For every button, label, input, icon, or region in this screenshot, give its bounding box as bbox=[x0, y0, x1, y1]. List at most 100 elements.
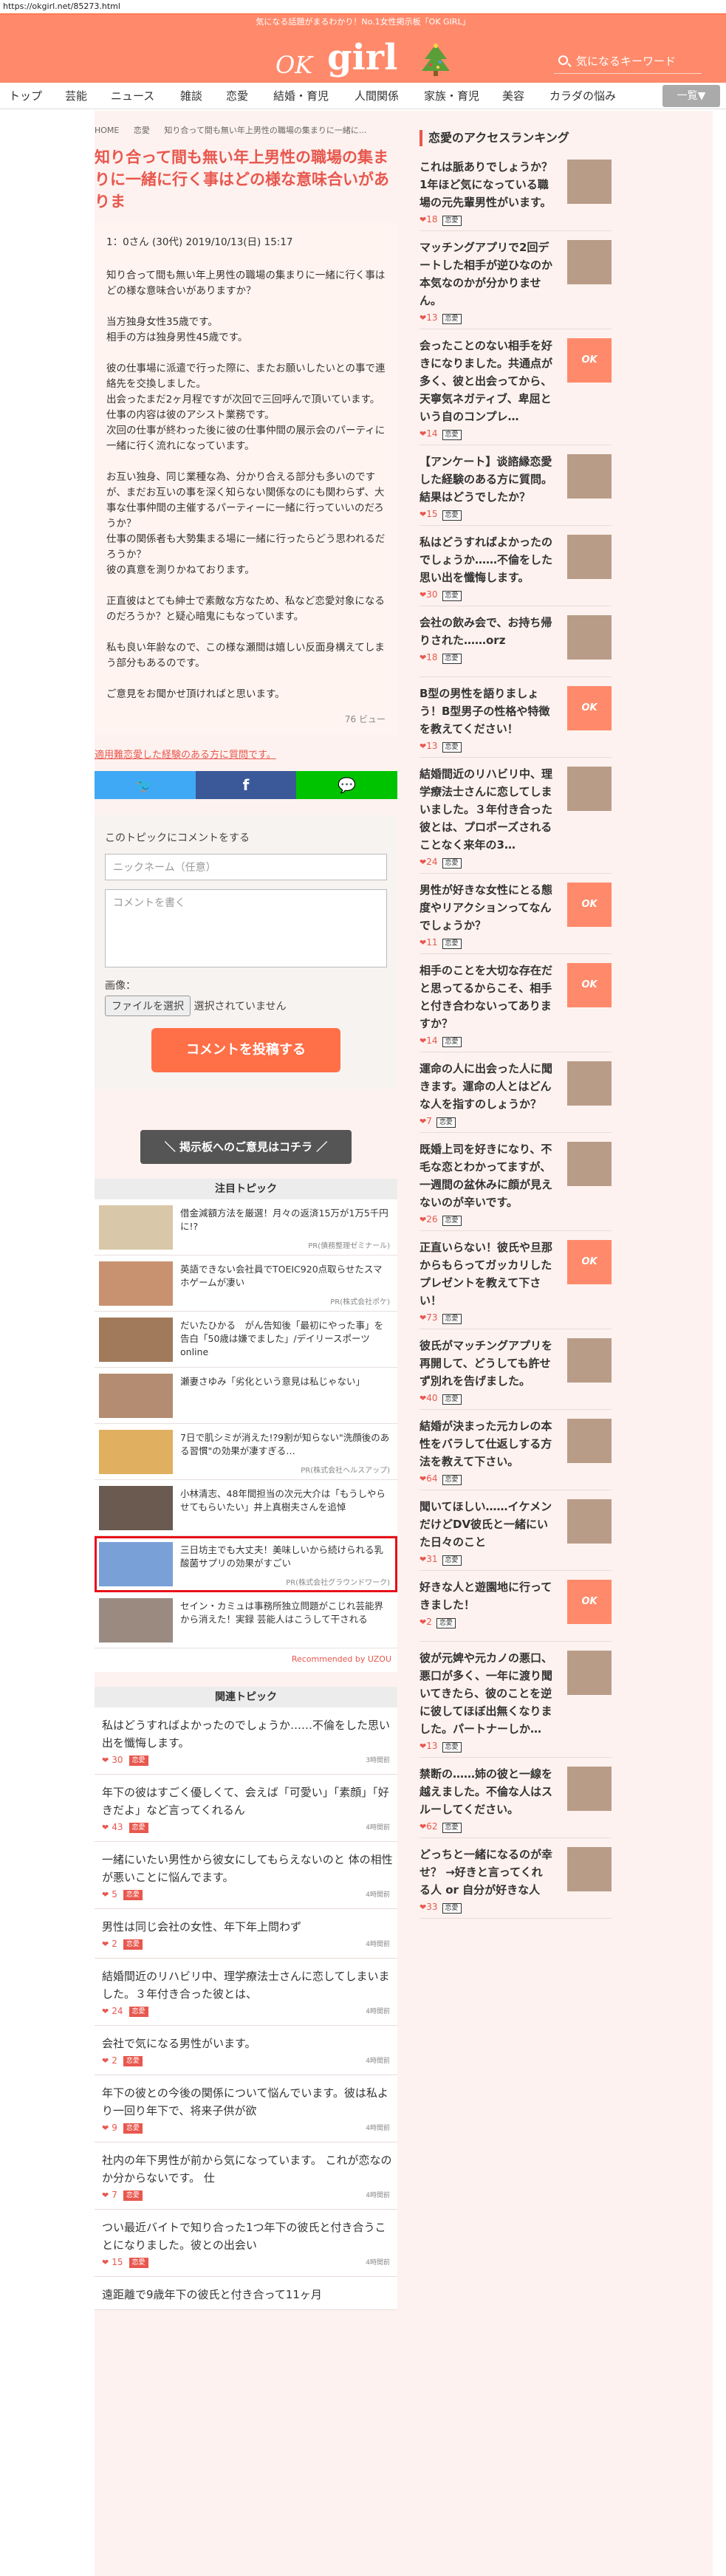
comment-textarea[interactable]: コメントを書く bbox=[105, 889, 387, 967]
feedback-button[interactable]: ＼ 掲示板へのご意見はコチラ ／ bbox=[140, 1130, 352, 1164]
related-item[interactable]: 一緒にいたい男性から彼女にしてもらえないのと 体の相性が悪いことに悩んでます。 5… bbox=[95, 1842, 397, 1909]
ranking-item[interactable]: マッチングアプリで2回デートした相手が逆ひなのか本気なのかが分かりません。 13 恋… bbox=[419, 231, 612, 329]
category-tag: 恋愛 bbox=[129, 2257, 148, 2268]
ranking-info: 13 恋愛 bbox=[419, 312, 612, 324]
category-tag: 恋愛 bbox=[442, 1216, 462, 1226]
related-list: 私はどうすればよかったのでしょうか……不倫をした思い出を懺悔します。 30 恋愛 3時… bbox=[95, 1707, 397, 2310]
ranking-title: 好きな人と遊園地に行ってきました！ bbox=[419, 1580, 552, 1611]
ranking-item[interactable]: 【アンケート】谈諮縁恋愛した経験のある方に質問。結果はどうでしたか？ 15 恋愛 bbox=[419, 445, 612, 526]
related-title: 会社で気になる男性がいます。 bbox=[102, 2037, 256, 2050]
ranking-item[interactable]: 彼氏がマッチングアプリを再開して、どうしても許せず別れを告げました。 40 恋愛 bbox=[419, 1329, 612, 1410]
site-logo[interactable]: OK girl bbox=[275, 40, 453, 80]
featured-item[interactable]: 英語できない会社員でTOEIC920点取らせたスマホゲームが凄い PR(株式会社ポ… bbox=[95, 1256, 397, 1312]
ranking-item[interactable]: 相手のことを大切な存在だと思ってるからこそ、相手と付き合わないってありますか？ O… bbox=[419, 954, 612, 1052]
heart-icon bbox=[419, 312, 426, 323]
featured-item[interactable]: 借金減額方法を厳選！月々の返済15万が1万5千円に!? PR(債務整理ゼミナール) bbox=[95, 1199, 397, 1256]
nav-item-chat[interactable]: 雑談 bbox=[180, 83, 202, 109]
related-item[interactable]: 男性は同じ会社の女性、年下年上問わず 2 恋愛 4時間前 bbox=[95, 1909, 397, 1959]
ranking-item[interactable]: 禁断の……姉の彼と一線を越えました。不倫な人はスルーしてください。 62 恋愛 bbox=[419, 1758, 612, 1838]
related-item[interactable]: 私はどうすればよかったのでしょうか……不倫をした思い出を懺悔します。 30 恋愛 3時… bbox=[95, 1707, 397, 1775]
ranking-title: 私はどうすればよかったのでしょうか……不倫をした思い出を懺悔します。 bbox=[419, 535, 553, 584]
nav-item-entertainment[interactable]: 芸能 bbox=[65, 83, 87, 109]
ranking-item[interactable]: 彼が元婢や元カノの悪口、悪口が多く、一年に渡り聞いてきたら、彼のことを逆に彼して… bbox=[419, 1642, 612, 1758]
twitter-share-button[interactable]: 🐦 bbox=[95, 771, 196, 799]
nav-item-family[interactable]: 家族・育児 bbox=[424, 83, 479, 109]
ranking-item[interactable]: 男性が好きな女性にとる態度やリアクションってなんでしょうか？ OK 11 恋愛 bbox=[419, 874, 612, 954]
ranking-thumbnail bbox=[567, 767, 612, 811]
comment-count: 13 bbox=[426, 1741, 438, 1751]
featured-item[interactable]: 7日で肌シミが消えた!?9割が知らない"洗顔後のある習慣"の効果が凄すぎる… PR… bbox=[95, 1424, 397, 1480]
ranking-item[interactable]: 好きな人と遊園地に行ってきました！ OK 2 恋愛 bbox=[419, 1571, 612, 1642]
nav-item-news[interactable]: ニュース bbox=[111, 83, 154, 109]
ranking-info: 24 恋愛 bbox=[419, 857, 612, 869]
ranking-info: 33 恋愛 bbox=[419, 1902, 612, 1914]
ranking-title: 既婚上司を好きになり、不毛な恋とわかってますが、一週間の盆休みに顔が見えないのが… bbox=[419, 1143, 553, 1209]
ranking-title: 結婚間近のリハビリ中、理学療法士さんに恋してしまいました。３年付き合った彼とは、… bbox=[419, 767, 553, 852]
related-item[interactable]: 遠距離で9歳年下の彼氏と付き合って11ヶ月 bbox=[95, 2277, 397, 2310]
related-info: 15 恋愛 4時間前 bbox=[102, 2257, 393, 2270]
category-tag: 恋愛 bbox=[123, 2055, 143, 2066]
related-item[interactable]: 会社で気になる男性がいます。 2 恋愛 4時間前 bbox=[95, 2026, 397, 2075]
comment-count: 15 bbox=[426, 509, 438, 519]
featured-item[interactable]: だいたひかる がん告知後「最初にやった事」を告白「50歳は嫌でました」/デイリー… bbox=[95, 1312, 397, 1368]
comment-count: 18 bbox=[426, 652, 438, 662]
post-comment-button[interactable]: コメントを投稿する bbox=[151, 1028, 340, 1072]
ranking-item[interactable]: 運命の人に出会った人に聞きます。運命の人とはどんな人を指すのしょうか？ 7 恋愛 bbox=[419, 1052, 612, 1133]
related-item[interactable]: 結婚間近のリハビリ中、理学療法士さんに恋してしまいました。３年付き合った彼とは、… bbox=[95, 1959, 397, 2026]
ranking-item[interactable]: 会ったことのない相手を好きになりました。共通点が多く、彼と出会ってから、天寧気ネ… bbox=[419, 329, 612, 445]
line-icon: 💬 bbox=[338, 776, 357, 794]
ranking-item[interactable]: 聞いてほしい……イケメンだけどDV彼氏と一緒にいた日々のこと 31 恋愛 bbox=[419, 1490, 612, 1571]
ranking-item[interactable]: 結婚が決まった元カレの本性をバラして仕返しする方法を教えて下さい。 64 恋愛 bbox=[419, 1410, 612, 1490]
ranking-item[interactable]: 私はどうすればよかったのでしょうか……不倫をした思い出を懺悔します。 30 恋愛 bbox=[419, 526, 612, 606]
category-tag: 恋愛 bbox=[442, 510, 462, 521]
featured-heading: 注目トピック bbox=[95, 1179, 397, 1199]
nav-item-top[interactable]: トップ bbox=[9, 83, 42, 109]
featured-sponsor: PR(株式会社ヘルスアップ) bbox=[301, 1467, 390, 1475]
heart-icon bbox=[419, 1393, 426, 1403]
ranking-title: どっちと一緒になるのが幸せ？ →好きと言ってくれる人 or 自分が好きな人 bbox=[419, 1848, 553, 1897]
comment-count: 5 bbox=[112, 1889, 117, 1900]
nav-item-relationships[interactable]: 人間関係 bbox=[355, 83, 399, 109]
ranking-item[interactable]: これは脈ありでしょうか？1年ほど気になっている職場の元先輩男性がいます。 18 恋愛 bbox=[419, 151, 612, 231]
heart-icon bbox=[419, 1035, 426, 1046]
featured-item[interactable]: セイン・カミュは事務所独立問題がこじれ芸能界から消えた！実録 芸能人はこうして干… bbox=[95, 1592, 397, 1648]
related-item[interactable]: つい最近バイトで知り合った1つ年下の彼氏と付き合うことになりました。彼との出会い… bbox=[95, 2210, 397, 2277]
ranking-item[interactable]: 既婚上司を好きになり、不毛な恋とわかってますが、一週間の盆休みに顔が見えないのが… bbox=[419, 1133, 612, 1231]
breadcrumb-home[interactable]: HOME bbox=[95, 126, 119, 135]
facebook-share-button[interactable]: f bbox=[195, 771, 297, 799]
featured-item[interactable]: 瀬妻さゆみ「劣化という意見は私じゃない」 bbox=[95, 1368, 397, 1424]
breadcrumb: HOME 恋愛 知り合って間も無い年上男性の職場の集まりに一緒に... bbox=[95, 111, 397, 140]
nav-item-love[interactable]: 恋愛 bbox=[226, 83, 248, 109]
post-date: 4時間前 bbox=[366, 2259, 390, 2267]
post-date: 3時間前 bbox=[366, 1757, 390, 1764]
ranking-item[interactable]: どっちと一緒になるのが幸せ？ →好きと言ってくれる人 or 自分が好きな人 33 恋… bbox=[419, 1838, 612, 1919]
related-heading: 関連トピック bbox=[95, 1687, 397, 1707]
ranking-item[interactable]: 正直いらない！彼氏や旦那からもらってガッカリしたプレゼントを教えて下さい！ OK 7… bbox=[419, 1231, 612, 1329]
featured-sponsor: PR(債務整理ゼミナール) bbox=[308, 1242, 390, 1250]
search-input[interactable]: 気になるキーワード bbox=[554, 49, 702, 74]
comment-count: 13 bbox=[426, 741, 438, 751]
ranking-item[interactable]: B型の男性を語りましょう！B型男子の性格や特徴を教えてください！ OK 13 恋愛 bbox=[419, 677, 612, 758]
ranking-item[interactable]: 結婚間近のリハビリ中、理学療法士さんに恋してしまいました。３年付き合った彼とは、… bbox=[419, 758, 612, 874]
related-item[interactable]: 年下の彼との今後の関係について悩んでいます。彼は私より一回り年下で、将来子供が欲… bbox=[95, 2075, 397, 2142]
nav-item-beauty[interactable]: 美容 bbox=[502, 83, 524, 109]
breadcrumb-category[interactable]: 恋愛 bbox=[134, 126, 150, 135]
line-share-button[interactable]: 💬 bbox=[296, 771, 398, 799]
nav-item-marriage[interactable]: 結婚・育児 bbox=[273, 83, 329, 109]
ranking-title: 男性が好きな女性にとる態度やリアクションってなんでしょうか？ bbox=[419, 883, 553, 932]
nav-more-button[interactable]: 一覧▼ bbox=[662, 85, 720, 107]
okgirl-logo-thumbnail: OK bbox=[567, 963, 612, 1007]
nickname-field[interactable]: ニックネーム（任意） bbox=[105, 854, 387, 880]
file-select-button[interactable]: ファイルを選択 bbox=[105, 996, 191, 1016]
related-item[interactable]: 社内の年下男性が前から気になっています。 これが恋なのか分からないです。 仕 7恋… bbox=[95, 2142, 397, 2210]
featured-item[interactable]: 小林清志、48年間担当の次元大介は「もうしやらせてもらいたい」井上真樹夫さんを追… bbox=[95, 1480, 397, 1536]
related-item[interactable]: 年下の彼はすごく優しくて、会えば「可愛い」「素顔」「好きだよ」など言ってくれるん… bbox=[95, 1775, 397, 1842]
ranking-title: 聞いてほしい……イケメンだけどDV彼氏と一緒にいた日々のこと bbox=[419, 1500, 552, 1549]
comment-count: 7 bbox=[426, 1116, 432, 1126]
related-question-link[interactable]: 適用難恋愛した経験のある方に質問です。 bbox=[95, 747, 397, 761]
featured-item-highlighted[interactable]: 三日坊主でも大丈夫！美味しいから続けられる乳酸菌サプリの効果がすごい PR(株式会… bbox=[95, 1536, 397, 1592]
nav-item-body[interactable]: カラダの悩み bbox=[549, 83, 616, 109]
ranking-item[interactable]: 会社の飲み会で、お持ち帰りされた……orz 18 恋愛 bbox=[419, 606, 612, 677]
okgirl-logo-thumbnail: OK bbox=[567, 883, 612, 927]
comment-count: 14 bbox=[426, 1035, 438, 1046]
